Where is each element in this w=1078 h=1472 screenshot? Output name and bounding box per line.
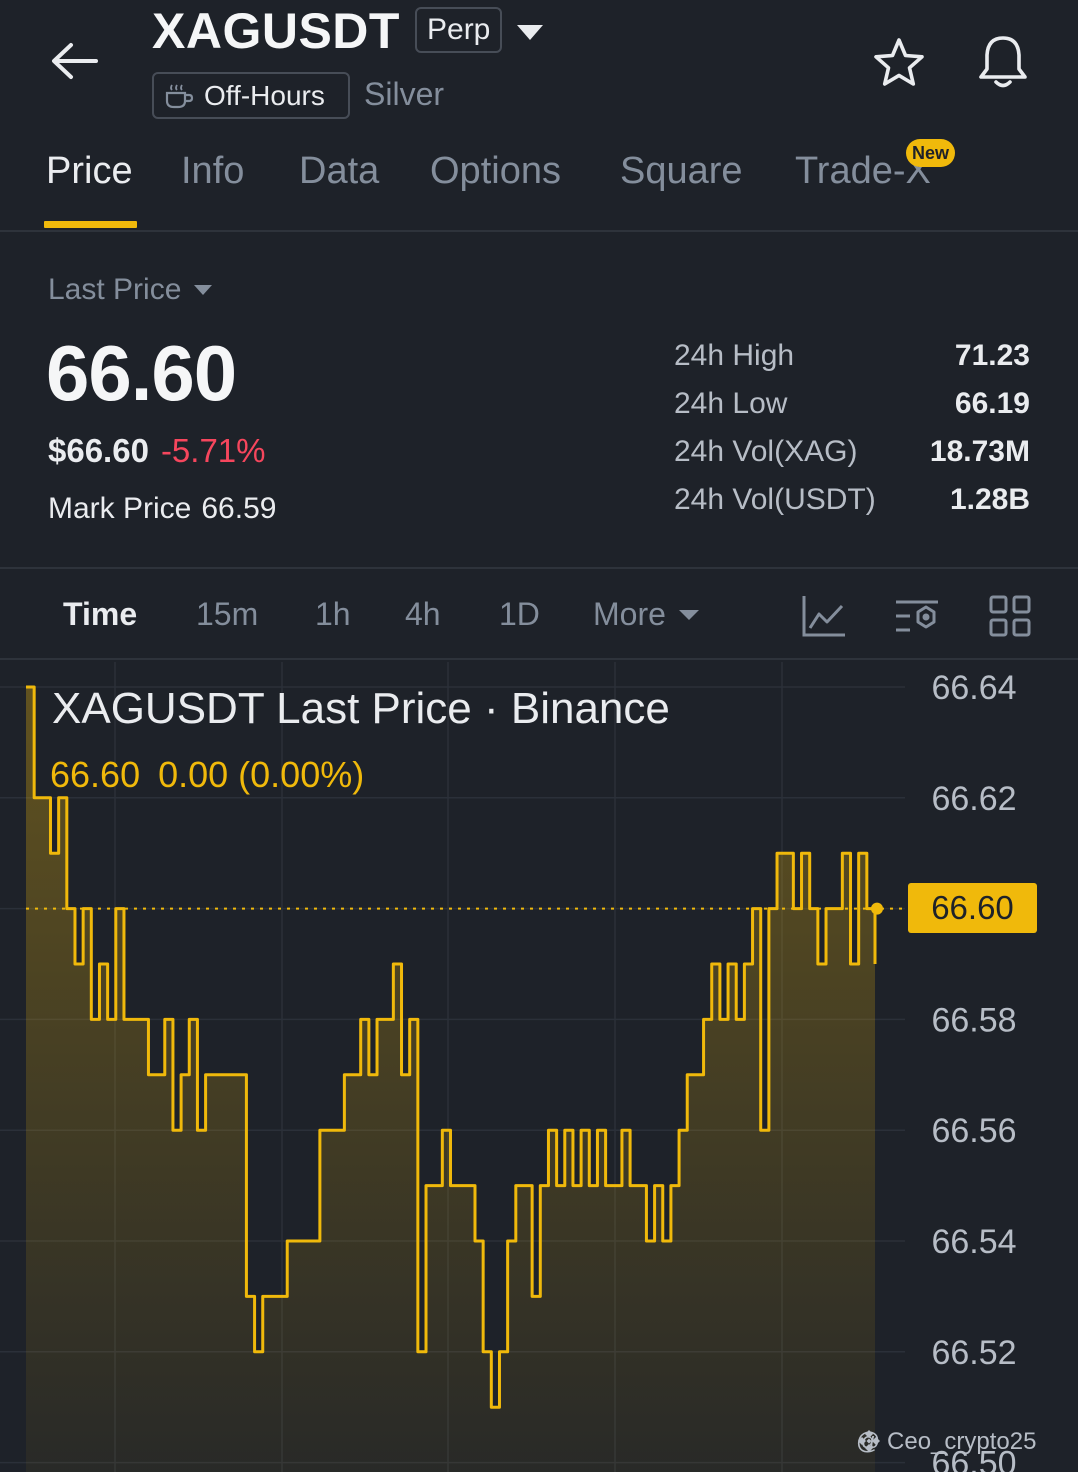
back-button[interactable] (46, 36, 102, 86)
caret-down-icon[interactable] (514, 20, 546, 44)
interval-time[interactable]: Time (63, 596, 137, 633)
stat-value: 66.19 (954, 387, 1030, 420)
interval-15m[interactable]: 15m (196, 596, 258, 633)
mark-price-label: Mark Price (48, 492, 192, 525)
star-icon (874, 38, 924, 86)
layout-button[interactable] (986, 592, 1034, 640)
last-price: 66.60 (46, 329, 237, 417)
price-chart[interactable]: 66.64 66.62 66.58 66.56 66.54 66.52 66.50 XAGU… (0, 662, 1078, 1472)
y-axis-tick-label: 66.54 (931, 1223, 1016, 1261)
stat-label: 24h High (674, 339, 795, 372)
y-axis-tick-label: 66.62 (931, 780, 1016, 818)
section-divider (0, 567, 1078, 569)
stat-value: 1.28B (949, 483, 1030, 516)
tab-price[interactable]: Price (46, 150, 133, 193)
tab-square[interactable]: Square (620, 150, 743, 193)
active-tab-indicator (44, 221, 137, 228)
indicator-settings-button[interactable] (893, 592, 941, 640)
legend-price: 66.60 (50, 754, 141, 795)
current-price-tag: 66.60 (908, 883, 1037, 933)
stat-label: 24h Vol(USDT) (674, 483, 876, 516)
coffee-cup-icon (165, 84, 194, 108)
interval-bar: Time 15m 1h 4h 1D More (0, 570, 1078, 660)
asset-name: Silver (364, 76, 445, 112)
interval-more-dropdown[interactable]: More (593, 596, 700, 633)
interval-more-label: More (593, 596, 666, 632)
indicator-settings-icon (896, 600, 938, 632)
last-price-dot (871, 902, 883, 915)
interval-1h[interactable]: 1h (315, 596, 351, 633)
new-badge: New (906, 139, 956, 167)
price-type-label: Last Price (48, 273, 182, 306)
watermark: @ Ceo_crypto25 (856, 1428, 1036, 1456)
interval-4h[interactable]: 4h (405, 596, 441, 633)
caret-down-icon (194, 285, 213, 295)
interval-1d[interactable]: 1D (499, 596, 540, 633)
off-hours-label: Off-Hours (204, 79, 325, 111)
tab-options[interactable]: Options (430, 150, 561, 193)
stat-24h-vol-usdt: 24h Vol(USDT) 1.28B (674, 483, 1030, 523)
alert-button[interactable] (972, 30, 1034, 94)
bell-icon (979, 36, 1027, 88)
arrow-left-icon (52, 43, 98, 79)
favorite-button[interactable] (868, 32, 930, 94)
stat-24h-vol-xag: 24h Vol(XAG) 18.73M (674, 435, 1030, 475)
y-axis-tick-label: 66.64 (931, 669, 1016, 707)
stat-value: 18.73M (929, 435, 1030, 468)
mark-price-line: Mark Price 66.59 (48, 492, 276, 526)
tab-info[interactable]: Info (181, 150, 244, 193)
line-chart-icon (802, 596, 845, 637)
usd-price: $66.60 (48, 432, 149, 469)
chart-title: XAGUSDT Last Price · Binance (52, 684, 670, 733)
stat-value: 71.23 (954, 339, 1030, 372)
contract-type-badge: Perp (415, 7, 503, 53)
header: XAGUSDT Perp Off-Hours Silver (0, 0, 1078, 130)
y-axis-tick-label: 66.56 (931, 1112, 1016, 1150)
caret-down-icon (678, 609, 699, 620)
price-area-fill (26, 687, 875, 1472)
price-change-percent: -5.71% (160, 432, 266, 469)
stat-24h-high: 24h High 71.23 (674, 339, 1030, 379)
stat-label: 24h Low (674, 387, 788, 420)
y-axis-tick-label: 66.58 (931, 1001, 1016, 1039)
stat-label: 24h Vol(XAG) (674, 435, 858, 468)
price-type-selector[interactable]: Last Price (48, 273, 213, 307)
off-hours-badge: Off-Hours (152, 72, 350, 119)
y-axis-tick-label: 66.52 (931, 1334, 1016, 1372)
symbol-title[interactable]: XAGUSDT (152, 2, 400, 60)
legend-change: 0.00 (0.00%) (158, 754, 365, 795)
chart-type-button[interactable] (800, 592, 848, 640)
grid-layout-icon (989, 595, 1031, 637)
watermark-text: @ Ceo_crypto25 (856, 1428, 1037, 1455)
tab-data[interactable]: Data (299, 150, 379, 193)
usd-price-line: $66.60 -5.71% (48, 432, 266, 470)
binance-logo-icon (858, 1430, 880, 1452)
mark-price-value: 66.59 (201, 492, 277, 525)
chart-legend: 66.60 0.00 (0.00%) (50, 754, 364, 796)
stat-24h-low: 24h Low 66.19 (674, 387, 1030, 427)
